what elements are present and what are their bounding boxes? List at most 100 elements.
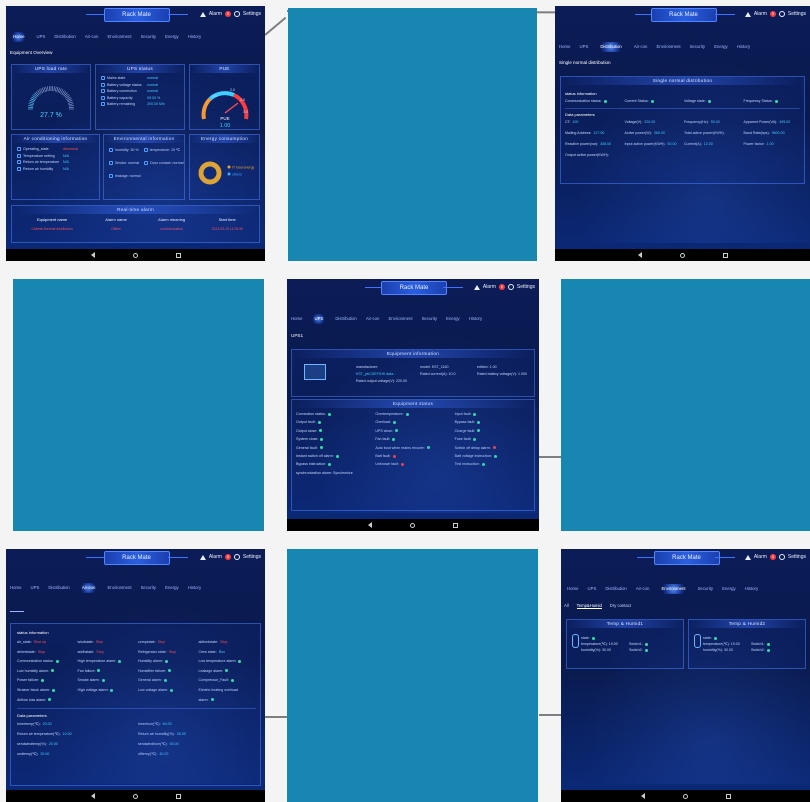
tab-security[interactable]: Security (698, 584, 714, 594)
tab-home[interactable]: Home (567, 584, 578, 594)
warning-triangle-icon[interactable] (744, 11, 751, 17)
triangle-back-icon[interactable] (640, 793, 645, 799)
tab-aircon[interactable]: Air-con (634, 42, 648, 52)
tab-distribution[interactable]: Distribution (605, 584, 627, 594)
tab-history[interactable]: History (188, 583, 201, 593)
status-item: Crew state: Run (199, 650, 257, 654)
square-recent-icon[interactable] (725, 793, 731, 799)
alarm-label[interactable]: Alarm (754, 554, 767, 560)
tab-ups[interactable]: UPS (579, 42, 588, 52)
square-recent-icon[interactable] (175, 252, 181, 258)
tab-energy[interactable]: Energy (722, 584, 736, 594)
tab-security[interactable]: Security (141, 32, 157, 42)
tab-aircon[interactable]: Air-con (366, 314, 380, 324)
tab-distribution[interactable]: Distribution (597, 42, 625, 52)
tab-ups[interactable]: UPS (587, 584, 596, 594)
tab-aircon[interactable]: Air-con (78, 583, 99, 593)
ups-status-panel: UPS status Mains state normal Battery vol… (95, 64, 185, 130)
tab-history[interactable]: History (188, 32, 201, 42)
triangle-back-icon[interactable] (90, 793, 95, 799)
gear-icon[interactable] (778, 554, 785, 560)
status-label: General fault: (296, 445, 318, 450)
param-value: 308.00 (600, 142, 612, 146)
settings-label[interactable]: Settings (517, 284, 535, 290)
circle-home-icon[interactable] (682, 793, 688, 799)
triangle-back-icon[interactable] (368, 522, 372, 528)
warning-triangle-icon[interactable] (473, 284, 480, 290)
circle-home-icon[interactable] (132, 793, 138, 799)
tab-environment[interactable]: Environment (107, 32, 131, 42)
alarm-label[interactable]: Alarm (483, 284, 496, 290)
tab-history[interactable]: History (469, 314, 482, 324)
warning-triangle-icon[interactable] (744, 554, 751, 560)
subtab-dry-contact[interactable]: Dry contact (610, 603, 631, 609)
triangle-back-icon[interactable] (637, 252, 642, 258)
subtab-temp-humid[interactable]: Temp&Humid (576, 603, 602, 609)
circle-home-icon[interactable] (132, 252, 138, 258)
warning-triangle-icon[interactable] (199, 554, 206, 560)
section-title: Data parameters (17, 712, 47, 718)
tab-distribution[interactable]: Distribution (48, 583, 70, 593)
tab-distribution[interactable]: Distribution (335, 314, 357, 324)
alarm-label[interactable]: Alarm (754, 11, 767, 17)
tab-environment[interactable]: Environment (658, 584, 689, 594)
tab-home[interactable]: Home (291, 314, 302, 324)
gear-icon[interactable] (778, 11, 785, 17)
gear-icon[interactable] (507, 284, 514, 290)
status-label: Switch off delay alarm: (454, 445, 491, 450)
settings-label[interactable]: Settings (243, 11, 261, 17)
tab-security[interactable]: Security (690, 42, 706, 52)
tab-energy[interactable]: Energy (165, 583, 179, 593)
temp-humid-card[interactable]: Temp & Humid1 state: temperature(℃): 19.00… (566, 619, 684, 669)
tab-ups[interactable]: UPS (36, 32, 45, 42)
tab-ups[interactable]: UPS (311, 314, 327, 324)
tab-environment[interactable]: Environment (388, 314, 412, 324)
gauge-tick (54, 86, 57, 92)
table-row[interactable]: Cabinet thermal distribution Offline com… (12, 222, 259, 231)
circle-home-icon[interactable] (679, 252, 685, 258)
status-label: System close: (296, 437, 319, 442)
tab-home[interactable]: Home (10, 32, 28, 42)
tab-security[interactable]: Security (422, 314, 438, 324)
settings-label[interactable]: Settings (788, 554, 806, 560)
state-label: state: (703, 636, 712, 640)
param-value: 127.00 (593, 131, 605, 135)
tab-security[interactable]: Security (141, 583, 157, 593)
status-item: compstate: Stop (138, 640, 196, 644)
param-item: ondtemp(℃): 30.00 (17, 752, 135, 756)
alarm-label[interactable]: Alarm (209, 554, 222, 560)
tab-energy[interactable]: Energy (714, 42, 728, 52)
alarm-label[interactable]: Alarm (209, 11, 222, 17)
tab-home[interactable]: Home (10, 583, 21, 593)
square-recent-icon[interactable] (453, 522, 458, 528)
settings-label[interactable]: Settings (788, 11, 806, 17)
tab-aircon[interactable]: Air-con (636, 584, 650, 594)
triangle-back-icon[interactable] (90, 252, 95, 258)
warning-triangle-icon[interactable] (199, 11, 206, 17)
status-dot-ok (328, 462, 332, 466)
settings-label[interactable]: Settings (243, 554, 261, 560)
tab-aircon[interactable]: Air-con (85, 32, 99, 42)
tab-ups[interactable]: UPS (30, 583, 39, 593)
square-recent-icon[interactable] (175, 793, 181, 799)
gear-icon[interactable] (233, 554, 240, 560)
tab-home[interactable]: Home (559, 42, 570, 52)
tab-environment[interactable]: Environment (107, 583, 131, 593)
tab-energy[interactable]: Energy (165, 32, 179, 42)
tab-history[interactable]: History (737, 42, 750, 52)
screen-environment: Rack Mate Alarm 5 Settings Home UPS Dist… (561, 549, 810, 802)
param-label: offtemp(℃): (138, 751, 158, 756)
subtab-all[interactable]: All (564, 603, 569, 609)
status-dot-ok (170, 688, 174, 692)
temp-humid-card[interactable]: Temp & Humid2 state: temperature(℃): 19.00… (688, 619, 806, 669)
circle-home-icon[interactable] (410, 522, 415, 528)
status-item: Strainer block alarm: (17, 688, 75, 692)
status-item: Batt fault: (375, 454, 451, 458)
square-recent-icon[interactable] (722, 252, 728, 258)
tab-history[interactable]: History (745, 584, 758, 594)
tab-energy[interactable]: Energy (446, 314, 460, 324)
gear-icon[interactable] (233, 11, 240, 17)
tab-environment[interactable]: Environment (656, 42, 680, 52)
tab-distribution[interactable]: Distribution (54, 32, 76, 42)
pue-tick: 2.5 (240, 98, 245, 102)
